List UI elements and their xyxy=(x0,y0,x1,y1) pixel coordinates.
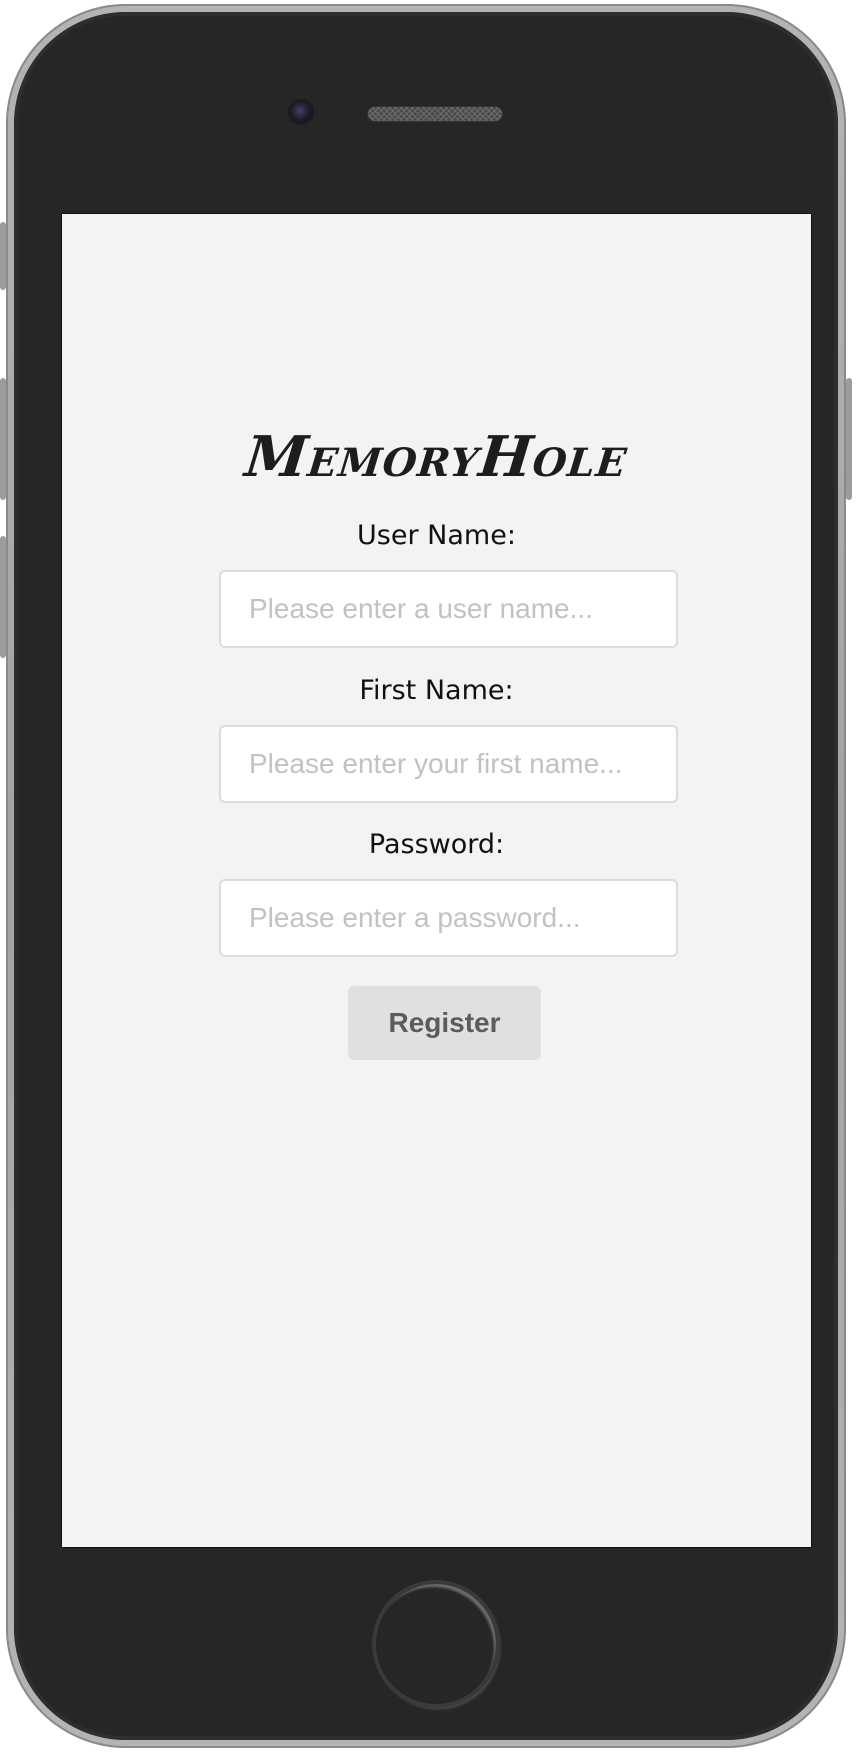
front-camera-icon xyxy=(290,101,312,123)
silent-switch xyxy=(0,222,6,290)
volume-up-button xyxy=(0,378,6,500)
username-label: User Name: xyxy=(357,520,516,551)
earpiece-speaker xyxy=(368,107,502,121)
firstname-input[interactable] xyxy=(219,725,678,803)
firstname-label: First Name: xyxy=(359,675,514,706)
power-button xyxy=(846,378,852,500)
app-screen: MemoryHole User Name: First Name: Passwo… xyxy=(61,213,812,1548)
volume-down-button xyxy=(0,536,6,658)
username-input[interactable] xyxy=(219,570,678,648)
home-button[interactable] xyxy=(372,1580,500,1708)
password-label: Password: xyxy=(368,829,505,860)
password-input[interactable] xyxy=(219,879,678,957)
phone-frame: MemoryHole User Name: First Name: Passwo… xyxy=(0,4,852,1748)
register-button[interactable]: Register xyxy=(348,986,541,1060)
app-title: MemoryHole xyxy=(242,424,631,490)
